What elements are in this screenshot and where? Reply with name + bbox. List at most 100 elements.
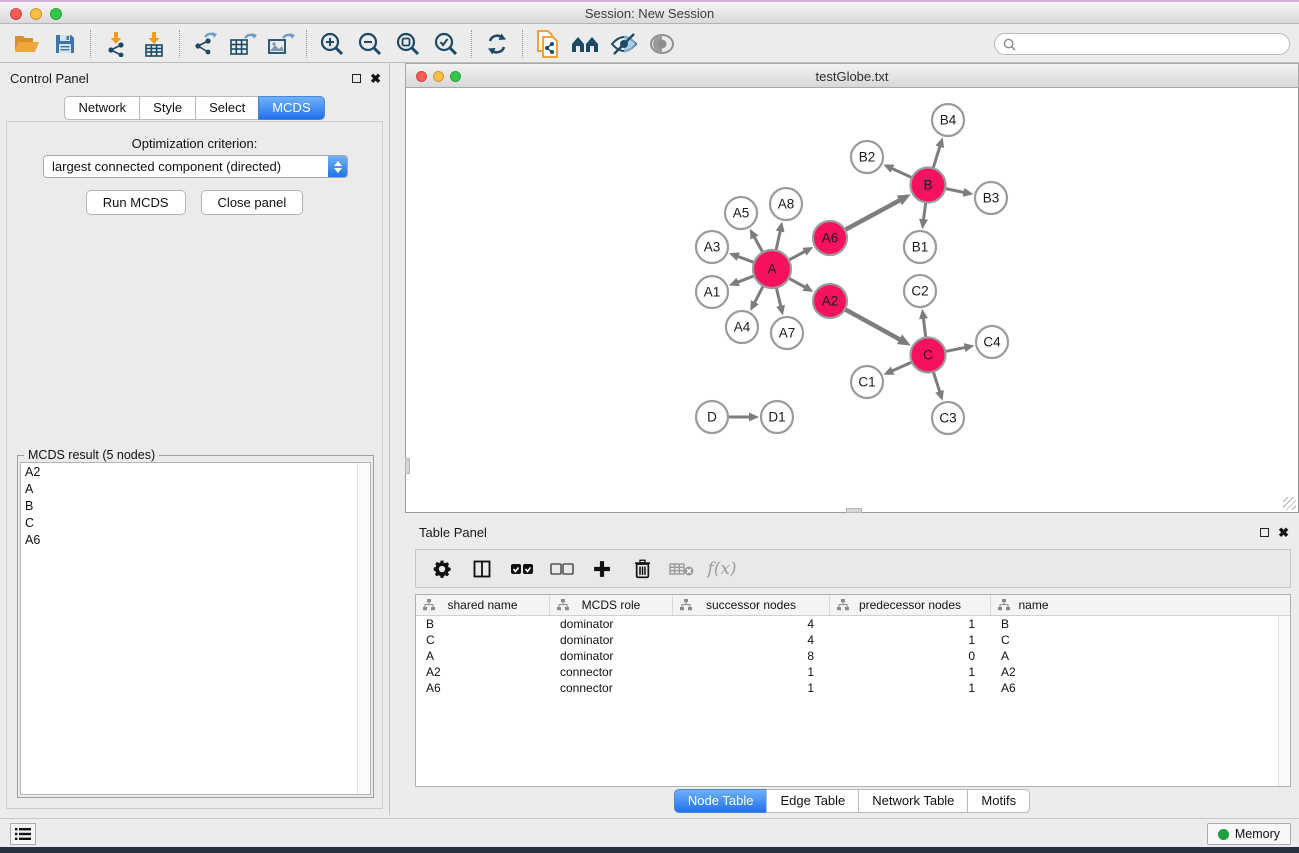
mcds-result-item[interactable]: C [21, 514, 370, 531]
tab-network[interactable]: Network [64, 96, 140, 120]
graph-node-A4[interactable]: A4 [726, 311, 758, 343]
hide-selected-icon[interactable] [605, 28, 643, 60]
graph-node-C2[interactable]: C2 [904, 275, 936, 307]
float-table-panel-icon[interactable] [1260, 528, 1269, 537]
graph-node-C1[interactable]: C1 [851, 366, 883, 398]
delete-table-icon[interactable] [664, 554, 700, 584]
column-header-shared-name[interactable]: shared name [416, 595, 550, 615]
graph-node-A8[interactable]: A8 [770, 188, 802, 220]
delete-column-icon[interactable] [624, 554, 660, 584]
show-graphics-details-icon[interactable] [643, 28, 681, 60]
export-image-icon[interactable] [262, 28, 300, 60]
graph-node-B[interactable]: B [911, 168, 946, 203]
zoom-fit-icon[interactable] [389, 28, 427, 60]
save-session-icon[interactable] [46, 28, 84, 60]
svg-text:A7: A7 [779, 326, 796, 341]
import-table-icon[interactable] [135, 28, 173, 60]
table-cell: dominator [550, 649, 673, 663]
close-panel-button[interactable]: Close panel [201, 190, 304, 215]
tab-mcds[interactable]: MCDS [258, 96, 324, 120]
close-table-panel-icon[interactable]: ✖ [1278, 528, 1289, 537]
column-header-predecessor-nodes[interactable]: predecessor nodes [830, 595, 991, 615]
mcds-result-item[interactable]: A [21, 480, 370, 497]
graph-node-A2[interactable]: A2 [813, 284, 847, 318]
column-header-MCDS-role[interactable]: MCDS role [550, 595, 673, 615]
toolbar-separator [471, 30, 472, 58]
close-panel-icon[interactable]: ✖ [370, 74, 381, 83]
tab-motifs[interactable]: Motifs [967, 789, 1030, 813]
tab-style[interactable]: Style [139, 96, 196, 120]
graph-node-B2[interactable]: B2 [851, 141, 883, 173]
node-table[interactable]: shared nameMCDS rolesuccessor nodesprede… [415, 594, 1291, 787]
list-scrollbar[interactable] [357, 463, 370, 794]
export-network-icon[interactable] [186, 28, 224, 60]
table-cell: A2 [416, 665, 550, 679]
import-network-icon[interactable] [97, 28, 135, 60]
tab-node-table[interactable]: Node Table [674, 789, 768, 813]
resize-grip-icon[interactable] [1283, 497, 1296, 510]
splitter-handle[interactable] [846, 508, 862, 513]
graph-node-A7[interactable]: A7 [771, 317, 803, 349]
table-scrollbar[interactable] [1278, 616, 1290, 786]
graph-node-A3[interactable]: A3 [696, 231, 728, 263]
graph-node-B3[interactable]: B3 [975, 182, 1007, 214]
show-column-icon[interactable] [464, 554, 500, 584]
deselect-all-checks-icon[interactable] [544, 554, 580, 584]
table-row[interactable]: A2connector11A2 [416, 664, 1290, 680]
zoom-selected-icon[interactable] [427, 28, 465, 60]
table-row[interactable]: Bdominator41B [416, 616, 1290, 632]
network-graph[interactable]: A A1 A3A5 A8 A4 A7 A6 A2 B B1 B2 B3 B4 C C1 C2 C3 C4 D D1 [406, 88, 1298, 512]
svg-text:C4: C4 [983, 335, 1001, 350]
network-from-selection-icon[interactable] [529, 28, 567, 60]
network-window-titlebar[interactable]: testGlobe.txt [405, 63, 1299, 88]
table-cell: connector [550, 681, 673, 695]
optimization-select[interactable]: largest connected component (directed) [43, 155, 348, 178]
graph-node-A6[interactable]: A6 [813, 221, 847, 255]
zoom-in-icon[interactable] [313, 28, 351, 60]
function-builder-icon[interactable]: f(x) [704, 554, 740, 584]
table-options-gear-icon[interactable] [424, 554, 460, 584]
graph-node-B1[interactable]: B1 [904, 231, 936, 263]
graph-node-A5[interactable]: A5 [725, 197, 757, 229]
add-column-icon[interactable] [584, 554, 620, 584]
graph-node-C3[interactable]: C3 [932, 402, 964, 434]
mcds-result-item[interactable]: A2 [21, 463, 370, 480]
splitter-handle[interactable] [405, 458, 410, 474]
tab-select[interactable]: Select [195, 96, 259, 120]
network-canvas[interactable]: A A1 A3A5 A8 A4 A7 A6 A2 B B1 B2 B3 B4 C C1 C2 C3 C4 D D1 [405, 88, 1299, 513]
column-header-successor-nodes[interactable]: successor nodes [673, 595, 830, 615]
select-all-checks-icon[interactable] [504, 554, 540, 584]
graph-node-B4[interactable]: B4 [932, 104, 964, 136]
svg-text:B3: B3 [983, 191, 1000, 206]
svg-text:B1: B1 [912, 240, 929, 255]
graph-node-D1[interactable]: D1 [761, 401, 793, 433]
memory-button[interactable]: Memory [1207, 823, 1291, 845]
graph-node-A[interactable]: A [753, 250, 791, 288]
mcds-result-item[interactable]: B [21, 497, 370, 514]
column-header-name[interactable]: name [991, 595, 1076, 615]
export-table-icon[interactable] [224, 28, 262, 60]
mcds-result-list[interactable]: A2ABCA6 [20, 462, 371, 795]
search-input[interactable] [1016, 37, 1289, 51]
graph-node-A1[interactable]: A1 [696, 276, 728, 308]
zoom-out-icon[interactable] [351, 28, 389, 60]
open-session-icon[interactable] [8, 28, 46, 60]
tab-network-table[interactable]: Network Table [858, 789, 968, 813]
graph-node-D[interactable]: D [696, 401, 728, 433]
table-row[interactable]: Cdominator41C [416, 632, 1290, 648]
graph-node-C[interactable]: C [911, 338, 946, 373]
refresh-view-icon[interactable] [478, 28, 516, 60]
table-body: Bdominator41BCdominator41CAdominator80AA… [416, 616, 1290, 696]
first-neighbors-icon[interactable] [567, 28, 605, 60]
task-history-button[interactable] [10, 823, 36, 845]
run-mcds-button[interactable]: Run MCDS [86, 190, 186, 215]
table-row[interactable]: A6connector11A6 [416, 680, 1290, 696]
table-row[interactable]: Adominator80A [416, 648, 1290, 664]
float-panel-icon[interactable] [352, 74, 361, 83]
table-cell: 1 [673, 681, 830, 695]
mcds-result-item[interactable]: A6 [21, 531, 370, 548]
control-panel-title: Control Panel [10, 71, 89, 86]
graph-node-C4[interactable]: C4 [976, 326, 1008, 358]
tab-edge-table[interactable]: Edge Table [766, 789, 859, 813]
table-cell: A6 [991, 681, 1076, 695]
